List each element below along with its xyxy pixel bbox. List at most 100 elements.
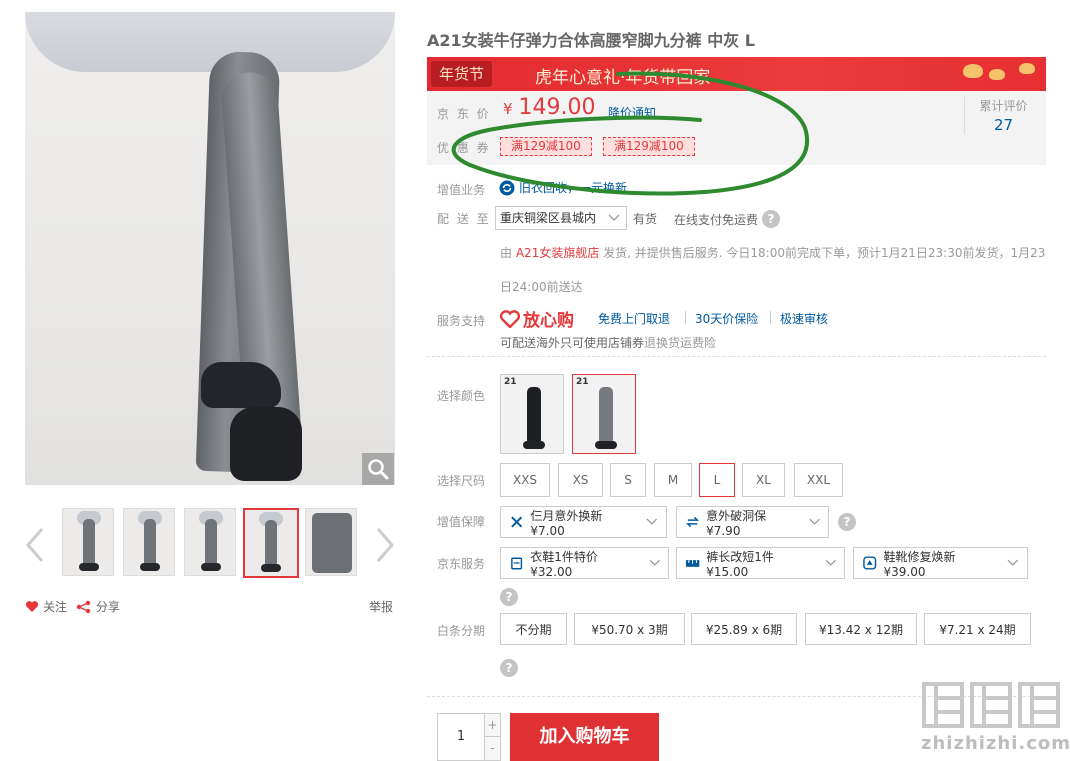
coin-decoration-icon (989, 69, 1005, 80)
shop-name-link[interactable]: A21女装旗舰店 (516, 246, 599, 260)
color-swatch-shoe (595, 441, 617, 449)
promo-banner[interactable]: 年货节 虎年心意礼·年货带回家 (427, 57, 1046, 91)
exchange-icon (686, 516, 700, 528)
image-shoe-shape (230, 407, 302, 481)
share-icon (76, 600, 91, 613)
rating-box[interactable]: 累计评价 27 (964, 97, 1042, 134)
size-option-l[interactable]: L (699, 463, 735, 497)
size-option-s[interactable]: S (610, 463, 646, 497)
chevron-down-icon (825, 559, 836, 566)
pay-text: 在线支付免运费 (674, 212, 759, 227)
support-link[interactable]: 免费上门取退 (598, 310, 670, 327)
follow-button[interactable]: 关注 (25, 598, 67, 615)
jd-service-option[interactable]: 衣鞋1件特价 ¥32.00 (500, 547, 669, 579)
ruler-icon (685, 560, 700, 567)
thumbnail[interactable] (123, 508, 175, 576)
recycle-text: 旧衣回收，一元换新 (519, 181, 628, 195)
chevron-down-icon (649, 559, 660, 566)
promo-logo: 年货节 (431, 61, 493, 87)
jd-service-option[interactable]: 鞋靴修复焕新 ¥39.00 (853, 547, 1028, 579)
wrench-icon (511, 516, 523, 528)
watermark-site: zhizhizhi.com (921, 733, 1070, 754)
thumbnail[interactable] (62, 508, 114, 576)
quantity-minus-button[interactable]: - (484, 737, 500, 760)
add-to-cart-button[interactable]: 加入购物车 (510, 713, 659, 761)
overseas-note: 可配送海外只可使用店铺券退换货运费险 (500, 334, 716, 351)
thumb-prev-arrow-icon[interactable] (22, 525, 50, 565)
recycle-icon (499, 180, 515, 195)
follow-label: 关注 (43, 600, 68, 614)
thumb-next-arrow-icon[interactable] (370, 525, 398, 565)
size-option-xl[interactable]: XL (742, 463, 785, 497)
help-icon[interactable]: ? (500, 659, 518, 677)
chevron-down-icon (1007, 559, 1019, 566)
installment-label: 白条分期 (437, 624, 486, 638)
promo-text: 虎年心意礼·年货带回家 (535, 68, 711, 88)
recycle-link[interactable]: 旧衣回收，一元换新 (499, 179, 627, 196)
help-icon[interactable]: ? (838, 513, 856, 531)
jd-service-text: 衣鞋1件特价 ¥32.00 (530, 549, 598, 579)
zoom-icon[interactable] (362, 453, 394, 485)
coupon-label: 优 惠 券 (437, 141, 491, 155)
price-notify-link[interactable]: 降价通知 (608, 104, 656, 121)
currency-symbol: ¥ (503, 100, 513, 118)
stock-status: 有货 (633, 212, 658, 226)
quantity-value[interactable]: 1 (438, 714, 484, 760)
thumbnail-strip (62, 508, 358, 578)
separator (770, 311, 771, 324)
installment-option[interactable]: ¥7.21 x 24期 (924, 613, 1031, 645)
color-option-black[interactable]: 21 (500, 374, 564, 454)
coupon-tag[interactable]: 满129减100 (603, 137, 695, 156)
installment-option[interactable]: ¥13.42 x 12期 (805, 613, 917, 645)
image-sweater-shape (25, 12, 395, 72)
value-added-label: 增值业务 (437, 183, 486, 197)
support-link[interactable]: 30天价保险 (695, 310, 758, 327)
coin-decoration-icon (963, 64, 983, 78)
help-icon[interactable]: ? (500, 588, 518, 606)
size-option-m[interactable]: M (654, 463, 692, 497)
support-label: 服务支持 (437, 314, 486, 328)
size-option-xs[interactable]: XS (558, 463, 603, 497)
share-button[interactable]: 分享 (76, 598, 120, 615)
thumbnail-active[interactable] (243, 508, 299, 578)
color-swatch-shoe (523, 441, 545, 449)
main-product-image[interactable] (25, 12, 395, 485)
size-option-xxs[interactable]: XXS (500, 463, 550, 497)
color-option-gray[interactable]: 21 (572, 374, 636, 454)
size-option-xxl[interactable]: XXL (794, 463, 843, 497)
quantity-plus-button[interactable]: + (484, 714, 500, 737)
heart-check-icon (500, 309, 520, 328)
jd-service-text: 裤长改短1件 ¥15.00 (706, 549, 774, 579)
support-link[interactable]: 极速审核 (780, 310, 828, 327)
separator (685, 311, 686, 324)
section-divider (427, 356, 1046, 357)
jd-service-option[interactable]: 裤长改短1件 ¥15.00 (676, 547, 845, 579)
assure-badge[interactable]: 放心购 (500, 306, 574, 331)
shirt-icon (511, 557, 523, 570)
quantity-stepper[interactable]: 1 + - (437, 713, 501, 761)
chevron-down-icon (608, 214, 620, 221)
help-icon[interactable]: ? (762, 210, 781, 228)
share-label: 分享 (96, 600, 121, 614)
image-shoe-shape (201, 362, 281, 408)
shoe-repair-icon (863, 556, 877, 570)
size-label: 选择尺码 (437, 474, 486, 488)
guarantee-text: 意外破洞保 ¥7.90 (706, 508, 767, 538)
guarantee-label: 增值保障 (437, 515, 486, 529)
report-link[interactable]: 举报 (369, 598, 393, 615)
rating-count[interactable]: 27 (965, 116, 1042, 134)
ship-prefix: 由 (500, 246, 513, 260)
color-swatch-leg (599, 387, 613, 445)
guarantee-option[interactable]: 意外破洞保 ¥7.90 (676, 506, 829, 538)
thumbnail[interactable] (184, 508, 236, 576)
address-select[interactable]: 重庆铜梁区县城内 (495, 206, 627, 230)
installment-option[interactable]: ¥50.70 x 3期 (574, 613, 685, 645)
guarantee-option[interactable]: 仨月意外换新 ¥7.00 (500, 506, 667, 538)
coupon-tag[interactable]: 满129减100 (500, 137, 592, 156)
installment-option[interactable]: 不分期 (500, 613, 567, 645)
rating-label: 累计评价 (979, 99, 1028, 113)
brand-mark: 21 (504, 377, 517, 387)
price-number: 149.00 (518, 95, 596, 120)
installment-option[interactable]: ¥25.89 x 6期 (691, 613, 797, 645)
thumbnail[interactable] (305, 508, 357, 576)
